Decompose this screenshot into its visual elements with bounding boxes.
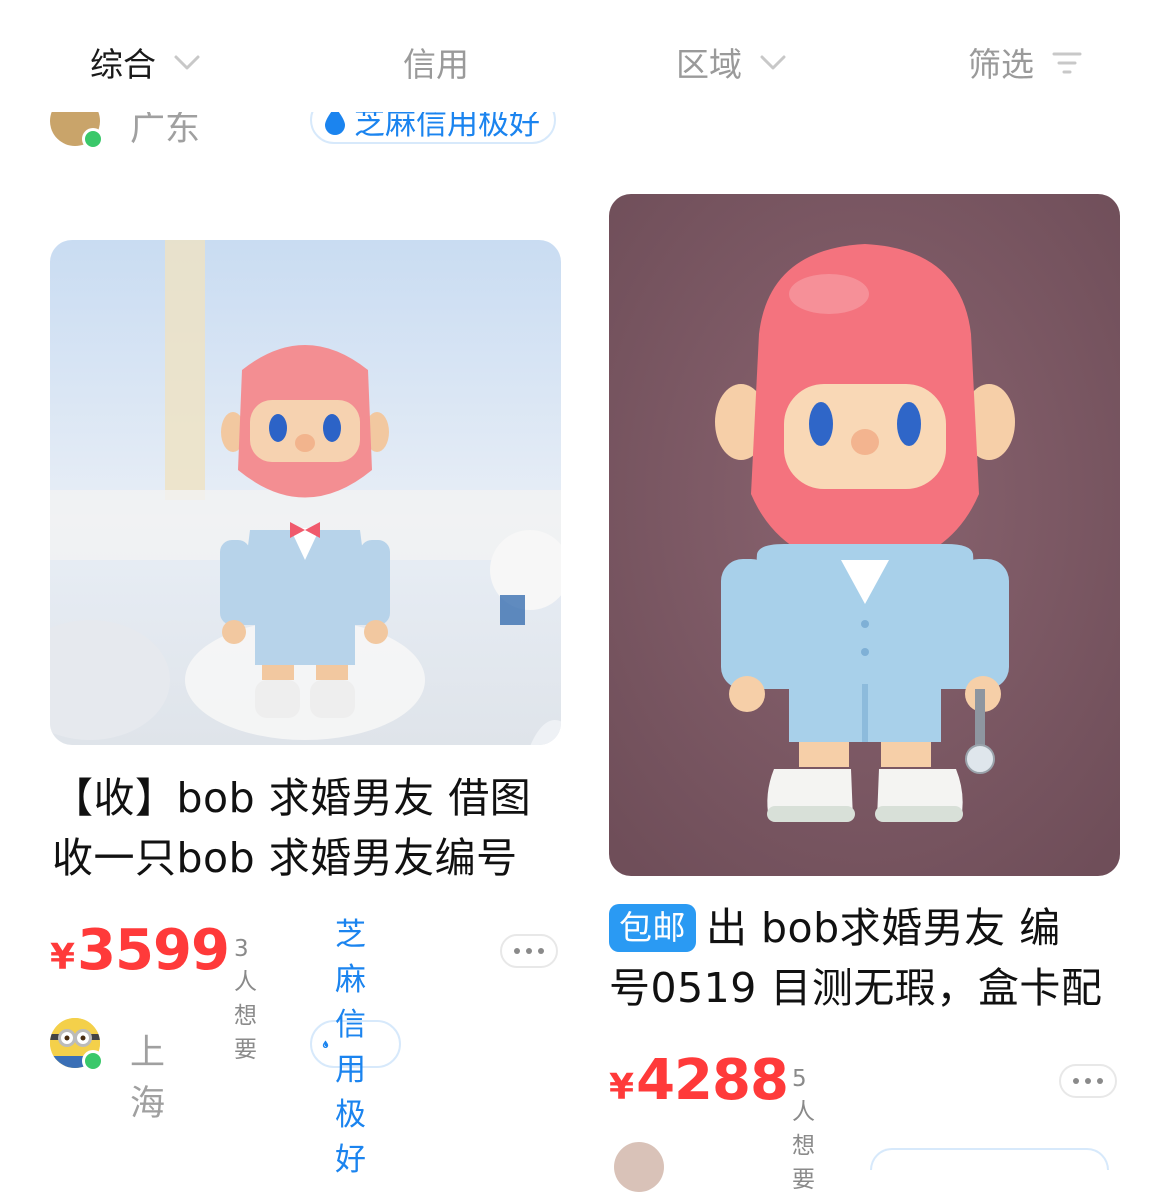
- dot-icon: [526, 948, 532, 954]
- dot-icon: [1085, 1078, 1091, 1084]
- product-photo[interactable]: [609, 194, 1120, 876]
- listing-price: ¥ 4288: [609, 1048, 789, 1113]
- filter-screen[interactable]: 筛选: [968, 38, 1084, 86]
- online-indicator: [82, 1050, 104, 1072]
- filter-comprehensive[interactable]: 综合: [90, 38, 204, 86]
- credit-badge-partial: [870, 1148, 1109, 1170]
- dot-icon: [1073, 1078, 1079, 1084]
- more-options-button[interactable]: [1059, 1064, 1117, 1098]
- listing-title[interactable]: 包邮出 bob求婚男友 编 号0519 目测无瑕，盒卡配: [609, 898, 1129, 1018]
- seller-city: 上海: [130, 1033, 166, 1124]
- listing-title[interactable]: 【收】bob 求婚男友 借图 收一只bob 求婚男友编号: [52, 768, 562, 888]
- online-indicator: [82, 128, 104, 150]
- more-options-button[interactable]: [500, 934, 558, 968]
- price-value: 3599: [77, 918, 230, 983]
- filter-credit[interactable]: 信用: [403, 38, 469, 86]
- dot-icon: [514, 948, 520, 954]
- chevron-down-icon: [174, 55, 200, 70]
- product-photo[interactable]: [50, 240, 561, 745]
- filter-screen-label: 筛选: [968, 45, 1034, 84]
- wants-count: 3人想要: [234, 936, 257, 1063]
- title-line-2: 号0519 目测无瑕，盒卡配: [609, 964, 1103, 1012]
- dot-icon: [1097, 1078, 1103, 1084]
- filter-comprehensive-label: 综合: [90, 45, 156, 84]
- filter-region-label: 区域: [676, 45, 742, 84]
- price-value: 4288: [636, 1048, 789, 1113]
- title-line-2: 收一只bob 求婚男友编号: [52, 834, 518, 882]
- water-drop-icon: [322, 1040, 329, 1049]
- title-line-1: 出 bob求婚男友 编: [706, 904, 1061, 952]
- dot-icon: [538, 948, 544, 954]
- filter-region[interactable]: 区域: [676, 38, 790, 86]
- listing-price: ¥ 3599: [50, 918, 230, 983]
- credit-badge: 芝麻信用极好: [310, 917, 401, 1178]
- free-shipping-tag: 包邮: [609, 904, 696, 952]
- currency-symbol: ¥: [50, 937, 76, 978]
- filter-credit-label: 信用: [403, 45, 469, 84]
- currency-symbol: ¥: [609, 1067, 635, 1108]
- credit-label: 芝麻信用极好: [334, 917, 366, 1178]
- seller-avatar[interactable]: [614, 1142, 664, 1192]
- chevron-down-icon: [760, 55, 786, 70]
- seller-avatar[interactable]: [50, 1018, 104, 1072]
- wants-count: 5人想要: [792, 1066, 815, 1193]
- filter-icon: [1052, 52, 1082, 74]
- filter-bar: 综合 信用 区域 筛选: [0, 0, 1170, 112]
- title-line-1: 【收】bob 求婚男友 借图: [52, 774, 532, 822]
